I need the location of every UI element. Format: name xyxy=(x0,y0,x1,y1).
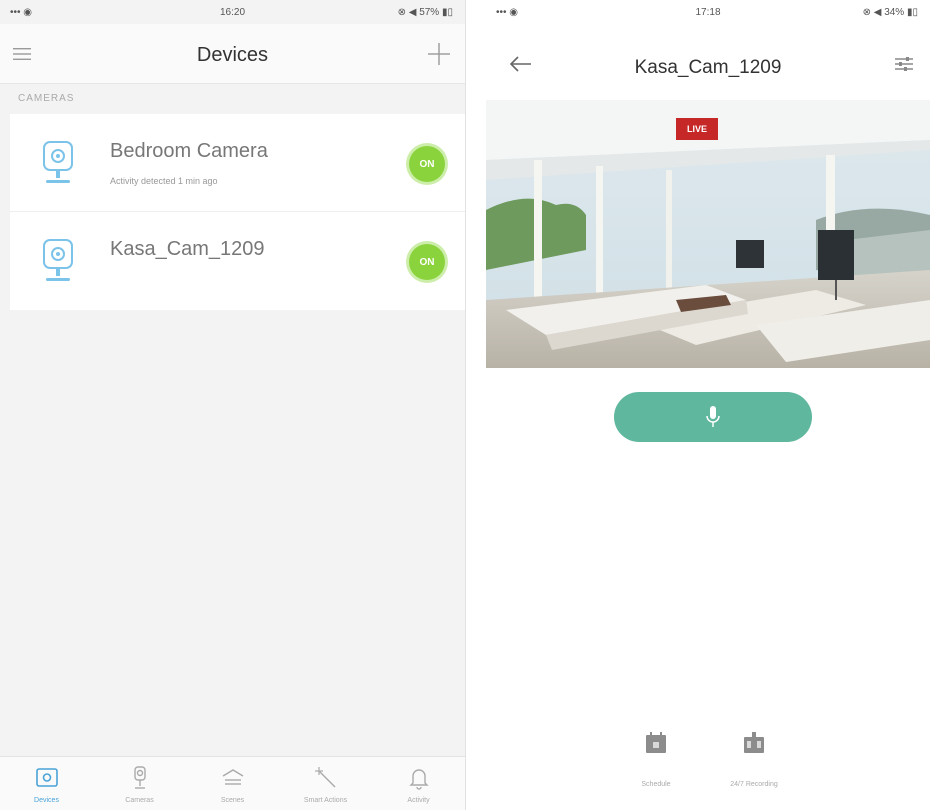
status-bar: ••• ◉ 17:18 ⊗ ◀ 34% ▮▯ xyxy=(486,0,930,24)
tab-bar: Devices Cameras Scenes Smart Actions Act… xyxy=(0,756,465,810)
tab-label: Cameras xyxy=(125,797,154,804)
camera-icon xyxy=(43,141,73,183)
bell-icon xyxy=(408,769,429,790)
device-row-kasa-cam[interactable]: Kasa_Cam_1209 ON xyxy=(10,212,465,310)
battery-status: ⊗ ◀ 57% ▮▯ xyxy=(397,7,453,18)
live-badge: LIVE xyxy=(676,118,718,140)
tab-label: Smart Actions xyxy=(303,797,348,804)
battery-status: ⊗ ◀ 34% ▮▯ xyxy=(862,7,918,18)
page-title: Kasa_Cam_1209 xyxy=(634,57,782,78)
microphone-icon xyxy=(706,406,720,427)
devices-icon xyxy=(35,768,58,787)
tab-scenes[interactable]: Scenes xyxy=(186,757,279,810)
camera-actions: Schedule 24/7 Recording xyxy=(486,730,930,800)
sliders-icon xyxy=(895,57,913,71)
tab-devices[interactable]: Devices xyxy=(0,757,93,810)
screen-divider xyxy=(466,0,486,810)
device-name: Kasa_Cam_1209 xyxy=(110,238,265,260)
settings-button[interactable] xyxy=(886,48,922,80)
tab-label: Devices xyxy=(34,797,59,804)
camera-screen: ••• ◉ 17:18 ⊗ ◀ 34% ▮▯ Kasa_Cam_1209 LIV… xyxy=(486,0,930,810)
recording-icon xyxy=(744,732,764,753)
toggle-label: ON xyxy=(419,256,435,268)
smart-actions-icon xyxy=(314,767,335,788)
scenes-icon xyxy=(222,769,243,785)
schedule-button[interactable]: Schedule xyxy=(606,730,706,788)
section-header-cameras: CAMERAS xyxy=(18,93,75,104)
device-row-bedroom-camera[interactable]: Bedroom Camera Activity detected 1 min a… xyxy=(10,114,465,212)
tab-smart-actions[interactable]: Smart Actions xyxy=(279,757,372,810)
recording-button[interactable]: 24/7 Recording xyxy=(704,730,804,788)
action-label: Schedule xyxy=(641,781,671,788)
power-toggle[interactable]: ON xyxy=(409,244,445,280)
power-toggle[interactable]: ON xyxy=(409,146,445,182)
camera-icon xyxy=(43,239,73,281)
device-name: Bedroom Camera xyxy=(110,140,268,162)
calendar-icon xyxy=(646,732,666,753)
tab-cameras[interactable]: Cameras xyxy=(93,757,186,810)
tab-label: Scenes xyxy=(220,797,245,804)
nav-bar: Kasa_Cam_1209 xyxy=(486,24,930,100)
page-title: Devices xyxy=(196,44,269,66)
live-video-image xyxy=(486,100,930,368)
plus-icon xyxy=(428,43,450,65)
toggle-label: ON xyxy=(419,158,435,170)
add-device-button[interactable] xyxy=(421,38,457,70)
status-time: 16:20 xyxy=(219,7,246,18)
device-list: Bedroom Camera Activity detected 1 min a… xyxy=(10,114,465,310)
nav-bar: Devices xyxy=(0,24,465,84)
camera-icon xyxy=(133,766,146,789)
tab-activity[interactable]: Activity xyxy=(372,757,465,810)
status-bar: ••• ◉ 16:20 ⊗ ◀ 57% ▮▯ xyxy=(0,0,465,24)
device-activity: Activity detected 1 min ago xyxy=(110,176,218,186)
action-label: 24/7 Recording xyxy=(730,781,778,788)
tab-label: Activity xyxy=(407,797,430,804)
live-video-feed[interactable]: LIVE xyxy=(486,100,930,368)
devices-screen: ••• ◉ 16:20 ⊗ ◀ 57% ▮▯ Devices CAMERAS B… xyxy=(0,0,466,810)
talk-button[interactable] xyxy=(614,392,812,442)
